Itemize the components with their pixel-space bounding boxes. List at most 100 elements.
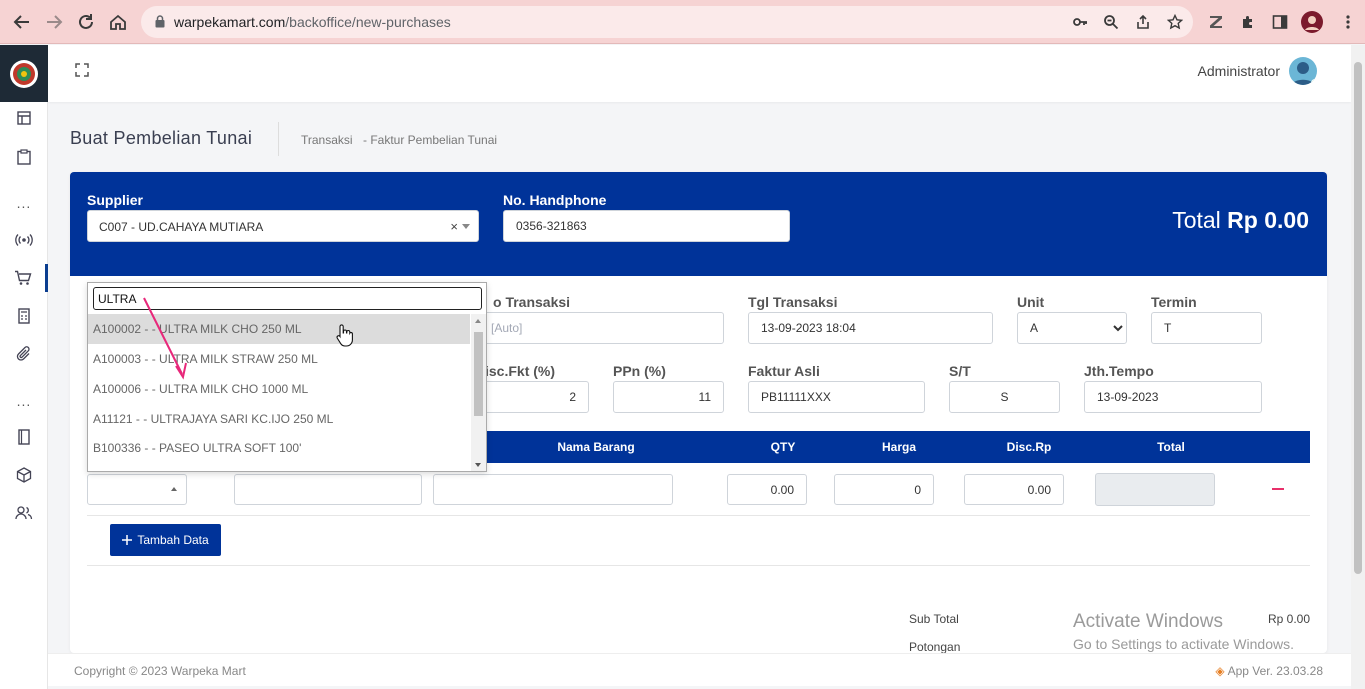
app-version: ◈ App Ver. 23.03.28 — [1215, 664, 1323, 678]
phone-input[interactable] — [503, 210, 790, 242]
potongan-label: Potongan — [909, 640, 961, 653]
termin-label: Termin — [1151, 294, 1197, 310]
subtotal-label: Sub Total — [909, 612, 959, 626]
paperclip-icon[interactable] — [0, 340, 48, 368]
app-header: Administrator — [48, 45, 1351, 102]
user-name[interactable]: Administrator — [1198, 63, 1280, 79]
col-harga: Harga — [881, 440, 916, 454]
key-icon[interactable] — [1071, 13, 1089, 31]
dropdown-scrollbar[interactable] — [471, 314, 486, 471]
browser-toolbar: warpekamart.com/backoffice/new-purchases — [0, 0, 1365, 44]
back-icon[interactable] — [10, 10, 34, 34]
scroll-down-icon[interactable] — [475, 463, 481, 467]
kode-barang-select[interactable] — [87, 474, 187, 505]
tambah-data-label: Tambah Data — [137, 533, 209, 547]
dropdown-arrow-icon[interactable] — [462, 224, 470, 229]
dashboard-icon[interactable] — [0, 104, 48, 132]
calculator-icon[interactable] — [0, 302, 48, 330]
list-item[interactable]: A100002 - - ULTRA MILK CHO 250 ML — [88, 314, 470, 344]
list-item[interactable]: A100003 - - ULTRA MILK STRAW 250 ML — [88, 344, 470, 374]
qty-input[interactable] — [727, 474, 807, 505]
share-icon[interactable] — [1134, 13, 1152, 31]
no-transaksi-input[interactable] — [478, 312, 724, 344]
layers-icon: ◈ — [1215, 664, 1225, 678]
user-avatar[interactable] — [1289, 57, 1317, 85]
tambah-data-button[interactable]: Tambah Data — [110, 524, 221, 556]
termin-input[interactable] — [1151, 312, 1262, 344]
row-separator — [87, 515, 1310, 516]
nama-barang-input[interactable] — [433, 474, 673, 505]
box-icon[interactable] — [0, 461, 48, 489]
page-scrollbar[interactable] — [1351, 45, 1365, 689]
faktur-asli-label: Faktur Asli — [748, 363, 820, 379]
st-input[interactable] — [949, 381, 1060, 413]
breadcrumb-current: - Faktur Pembelian Tunai — [363, 133, 498, 147]
browser-menu-icon[interactable] — [1337, 11, 1359, 33]
sidebar-more-dots: ... — [16, 195, 32, 211]
product-dropdown: A100002 - - ULTRA MILK CHO 250 ML A10000… — [87, 282, 487, 472]
product-search-input[interactable] — [93, 287, 482, 310]
total-value: Rp 0.00 — [1227, 207, 1309, 233]
sidebar: ... ... — [0, 45, 48, 689]
lock-icon — [155, 15, 165, 31]
col-nama-barang: Nama Barang — [557, 440, 635, 454]
extensions-puzzle-icon[interactable] — [1237, 11, 1259, 33]
bookmark-star-icon[interactable] — [1166, 13, 1184, 31]
dropdown-arrow-up-icon — [171, 487, 177, 491]
tgl-transaksi-label: Tgl Transaksi — [748, 294, 838, 310]
no-transaksi-label: o Transaksi — [493, 294, 571, 310]
users-icon[interactable] — [0, 499, 48, 527]
watermark-title: Activate Windows — [1073, 611, 1223, 632]
page-title: Buat Pembelian Tunai — [70, 128, 253, 148]
address-bar[interactable]: warpekamart.com/backoffice/new-purchases — [141, 6, 1193, 38]
tgl-transaksi-input[interactable] — [748, 312, 993, 344]
plus-icon — [122, 535, 133, 545]
watermark-subtitle: Go to Settings to activate Windows. — [1073, 636, 1294, 652]
list-item[interactable]: A100006 - - ULTRA MILK CHO 1000 ML — [88, 374, 470, 404]
remove-row-icon[interactable] — [1272, 488, 1284, 490]
unit-label: Unit — [1017, 294, 1045, 310]
profile-avatar-icon[interactable] — [1301, 11, 1323, 33]
clear-selection-icon[interactable]: × — [450, 219, 458, 234]
fullscreen-icon[interactable] — [75, 63, 89, 80]
dropdown-scrollbar-thumb[interactable] — [474, 332, 483, 416]
page-scrollbar-thumb[interactable] — [1354, 62, 1362, 574]
form-header: Supplier C007 - UD.CAHAYA MUTIARA × No. … — [70, 172, 1327, 276]
forward-icon[interactable] — [42, 10, 66, 34]
clipboard-icon[interactable] — [0, 143, 48, 171]
home-icon[interactable] — [106, 10, 130, 34]
app-logo[interactable] — [0, 45, 48, 102]
broadcast-icon[interactable] — [0, 226, 48, 254]
url-text: warpekamart.com/backoffice/new-purchases — [174, 14, 451, 30]
cart-icon[interactable] — [0, 264, 48, 292]
unit-select[interactable]: A — [1017, 312, 1127, 344]
disc-rp-input[interactable] — [964, 474, 1064, 505]
harga-input[interactable] — [834, 474, 934, 505]
barcode-input[interactable] — [234, 474, 422, 505]
faktur-asli-input[interactable] — [748, 381, 925, 413]
grand-total: Total Rp 0.00 — [1172, 207, 1309, 234]
disc-fkt-label: isc.Fkt (%) — [485, 363, 556, 379]
ppn-input[interactable] — [613, 381, 724, 413]
breadcrumb-transaksi[interactable]: Transaksi — [301, 133, 353, 147]
disc-fkt-input[interactable] — [470, 381, 589, 413]
scroll-up-icon[interactable] — [475, 319, 481, 323]
windows-activation-watermark: Activate Windows Go to Settings to activ… — [1073, 611, 1294, 652]
supplier-label: Supplier — [87, 192, 144, 208]
zotero-extension-icon[interactable] — [1205, 11, 1227, 33]
book-icon[interactable] — [0, 423, 48, 451]
app-footer: Copyright © 2023 Warpeka Mart ◈ App Ver. … — [48, 653, 1351, 686]
reload-icon[interactable] — [74, 10, 98, 34]
jth-tempo-input[interactable] — [1084, 381, 1262, 413]
side-panel-icon[interactable] — [1269, 11, 1291, 33]
list-item[interactable]: B100336 - - PASEO ULTRA SOFT 100' — [88, 433, 470, 463]
app-version-text: App Ver. 23.03.28 — [1227, 664, 1323, 678]
supplier-select[interactable]: C007 - UD.CAHAYA MUTIARA × — [87, 210, 479, 242]
total-label: Total — [1172, 207, 1221, 233]
sidebar-more-dots: ... — [16, 393, 32, 409]
online-status-dot — [1311, 79, 1317, 85]
list-item[interactable]: A11121 - - ULTRAJAYA SARI KC.IJO 250 ML — [88, 404, 470, 434]
row-total-field — [1095, 473, 1215, 506]
zoom-icon[interactable] — [1102, 13, 1120, 31]
section-separator — [87, 565, 1310, 566]
